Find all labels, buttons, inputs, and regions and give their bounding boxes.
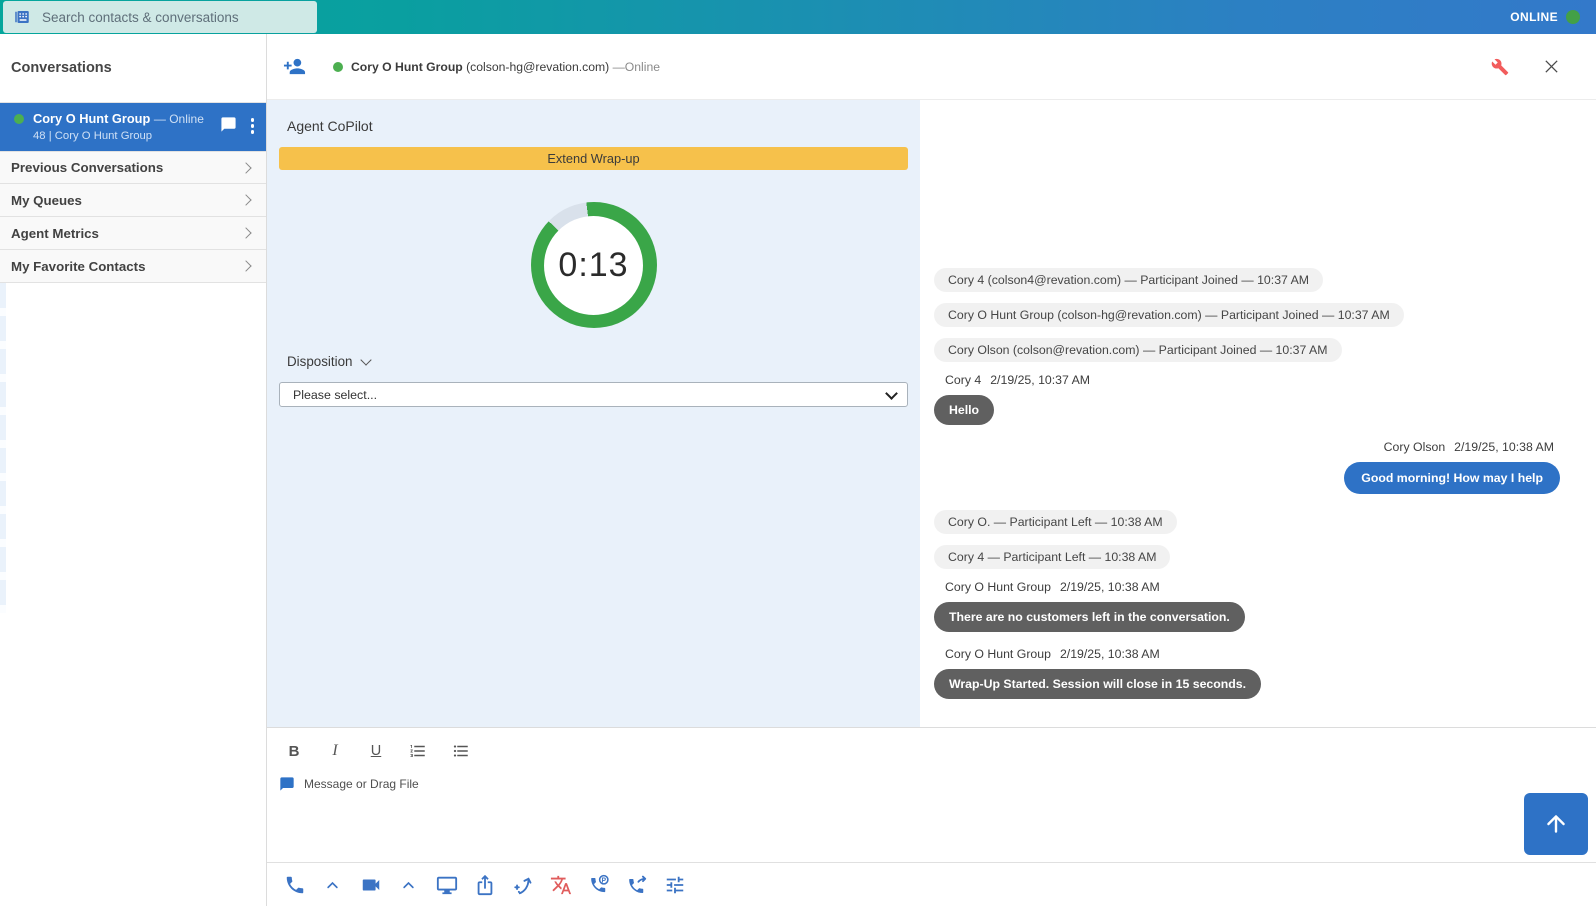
sidebar-item-label: My Queues — [11, 193, 82, 208]
agent-copilot-panel: Agent CoPilot Extend Wrap-up 0:13 Dispos… — [267, 100, 920, 727]
incoming-message-bubble: Wrap-Up Started. Session will close in 1… — [934, 669, 1261, 699]
sidebar-title: Conversations — [0, 34, 266, 103]
settings-button[interactable] — [663, 874, 686, 897]
file-share-button[interactable] — [473, 874, 496, 897]
chat-bubble-icon[interactable] — [220, 116, 237, 133]
sidebar-edge-strip — [0, 283, 6, 613]
message-list: Cory 4 (colson4@revation.com) — Particip… — [920, 100, 1596, 727]
format-toolbar: B I U — [267, 728, 1596, 760]
arrow-up-icon — [1543, 811, 1569, 837]
phone-icon — [284, 874, 306, 896]
send-button[interactable] — [1524, 793, 1588, 855]
video-call-button[interactable] — [359, 874, 382, 897]
conversation-subtitle: 48 | Cory O Hunt Group — [33, 130, 220, 142]
chevron-right-icon — [240, 162, 251, 173]
chevron-down-icon — [360, 354, 371, 365]
outgoing-message-bubble: Good morning! How may I help — [1344, 462, 1560, 494]
sidebar: Conversations Cory O Hunt Group — Online… — [0, 34, 267, 906]
sliders-icon — [664, 874, 686, 896]
system-message: Cory O. — Participant Left — 10:38 AM — [934, 510, 1177, 534]
svg-text:P: P — [601, 877, 606, 884]
sidebar-item-previous-conversations[interactable]: Previous Conversations — [0, 151, 266, 184]
sidebar-item-label: Agent Metrics — [11, 226, 99, 241]
incoming-message-bubble: Hello — [934, 395, 994, 425]
share-file-icon — [474, 874, 496, 896]
outgoing-message: Cory Olson2/19/25, 10:38 AM Good morning!… — [934, 440, 1560, 494]
close-icon[interactable] — [1543, 58, 1560, 75]
call-transfer-button[interactable] — [625, 874, 648, 897]
more-options-icon[interactable] — [247, 116, 259, 136]
system-message: Cory 4 — Participant Left — 10:38 AM — [934, 545, 1170, 569]
translate-button[interactable] — [549, 874, 572, 897]
wrapup-timer-ring: 0:13 — [531, 202, 657, 328]
copilot-boost-button[interactable] — [511, 874, 534, 897]
phone-options-button[interactable] — [321, 874, 344, 897]
agent-status[interactable]: ONLINE — [1510, 10, 1580, 24]
message-input-placeholder: Message or Drag File — [304, 777, 419, 791]
sidebar-item-agent-metrics[interactable]: Agent Metrics — [0, 217, 266, 250]
sidebar-item-label: My Favorite Contacts — [11, 259, 145, 274]
unordered-list-icon — [452, 742, 470, 760]
incoming-message-bubble: There are no customers left in the conve… — [934, 602, 1245, 632]
chevron-up-icon — [325, 878, 340, 893]
message-sender-timestamp: Cory O Hunt Group2/19/25, 10:38 AM — [945, 647, 1560, 661]
compose-area: B I U Message or Drag File — [267, 727, 1596, 906]
unordered-list-button[interactable] — [452, 742, 470, 760]
online-status-dot — [1566, 10, 1580, 24]
chevron-right-icon — [240, 227, 251, 238]
tools-wrench-icon[interactable] — [1491, 58, 1509, 76]
call-park-button[interactable]: P — [587, 874, 610, 897]
sidebar-item-label: Previous Conversations — [11, 160, 163, 175]
underline-button[interactable]: U — [368, 743, 384, 759]
system-message: Cory O Hunt Group (colson-hg@revation.co… — [934, 303, 1404, 327]
chevron-up-icon — [401, 878, 416, 893]
video-options-button[interactable] — [397, 874, 420, 897]
bold-button[interactable]: B — [286, 743, 302, 760]
sidebar-nav: Previous Conversations My Queues Agent M… — [0, 151, 266, 283]
message-input[interactable]: Message or Drag File — [279, 776, 1596, 792]
phone-call-button[interactable] — [283, 874, 306, 897]
chevron-right-icon — [240, 194, 251, 205]
disposition-label: Disposition — [287, 354, 353, 369]
search-input[interactable] — [42, 10, 292, 25]
disposition-toggle[interactable]: Disposition — [287, 354, 370, 369]
video-camera-icon — [360, 874, 382, 896]
message-sender-timestamp: Cory Olson2/19/25, 10:38 AM — [934, 440, 1554, 454]
chat-bubble-icon — [279, 776, 295, 792]
chat-header: Cory O Hunt Group (colson-hg@revation.co… — [267, 34, 1596, 100]
message-sender-timestamp: Cory O Hunt Group2/19/25, 10:38 AM — [945, 580, 1560, 594]
call-toolbar: P — [267, 863, 1596, 906]
italic-button[interactable]: I — [327, 742, 343, 760]
system-message: Cory 4 (colson4@revation.com) — Particip… — [934, 268, 1323, 292]
copilot-title: Agent CoPilot — [287, 118, 908, 134]
ordered-list-icon — [409, 742, 427, 760]
search-box[interactable] — [3, 1, 317, 33]
sparkle-arrow-icon — [512, 874, 534, 896]
presence-dot — [14, 114, 24, 124]
system-message: Cory Olson (colson@revation.com) — Parti… — [934, 338, 1342, 362]
directory-icon — [13, 8, 31, 26]
sidebar-item-my-favorite-contacts[interactable]: My Favorite Contacts — [0, 250, 266, 283]
sidebar-item-my-queues[interactable]: My Queues — [0, 184, 266, 217]
screen-share-button[interactable] — [435, 874, 458, 897]
ordered-list-button[interactable] — [409, 742, 427, 760]
chevron-right-icon — [240, 260, 251, 271]
extend-wrapup-button[interactable]: Extend Wrap-up — [279, 147, 908, 170]
call-transfer-icon — [626, 874, 648, 896]
disposition-select[interactable]: Please select... — [279, 382, 908, 407]
top-bar: ONLINE — [0, 0, 1596, 34]
screen-share-icon — [436, 874, 458, 896]
add-participant-icon[interactable] — [283, 55, 306, 78]
call-park-icon: P — [588, 874, 610, 896]
translate-icon — [550, 874, 572, 896]
message-sender-timestamp: Cory 42/19/25, 10:37 AM — [945, 373, 1560, 387]
presence-dot — [333, 62, 343, 72]
conversation-status: — Online — [154, 112, 204, 126]
conversation-item-active[interactable]: Cory O Hunt Group — Online 48 | Cory O H… — [0, 103, 266, 151]
conversation-name: Cory O Hunt Group — Online — [33, 111, 220, 126]
wrapup-timer-value: 0:13 — [544, 216, 643, 315]
agent-status-label: ONLINE — [1510, 10, 1558, 24]
chat-title: Cory O Hunt Group (colson-hg@revation.co… — [351, 60, 660, 74]
